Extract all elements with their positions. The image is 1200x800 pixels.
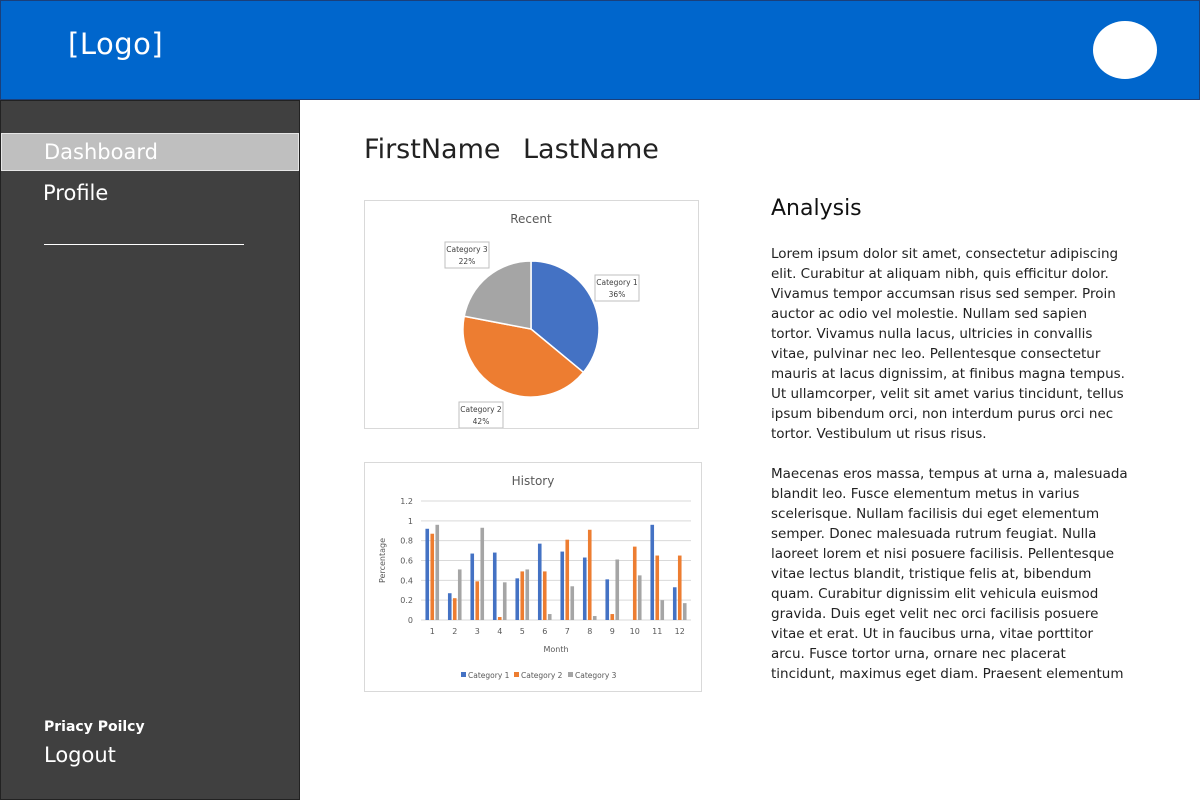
bar: [452, 598, 457, 620]
sidebar-item-profile[interactable]: Profile: [1, 175, 299, 213]
bar: [435, 524, 440, 620]
bar: [660, 600, 665, 620]
bar: [610, 614, 615, 620]
sidebar: Dashboard Profile Priacy Poilcy Logout: [0, 100, 300, 800]
y-tick-label: 1: [408, 517, 413, 526]
pie-chart-svg: Recent Category 1 36% Category 2 42% Category…: [444, 212, 640, 428]
analysis-paragraph-1: Lorem ipsum dolor sit amet, consectetur …: [771, 246, 1125, 442]
legend-label: Category 2: [521, 671, 563, 680]
bar: [457, 569, 462, 620]
bar: [537, 543, 542, 620]
history-bar-chart: History 0 0.2 0.4 0.6 0.8 1 1.2 1 2 3 4 5 6 7 8 9 10 11 12 M…: [364, 462, 702, 692]
bar: [502, 582, 507, 620]
pie-slice: [463, 260, 532, 330]
y-tick-label: 0.4: [400, 576, 413, 585]
legend-swatch: [514, 672, 519, 677]
sidebar-divider: [44, 244, 244, 245]
bar: [682, 603, 687, 620]
x-tick-label: 1: [430, 627, 435, 636]
x-tick-label: 2: [452, 627, 457, 636]
pie-title: Recent: [510, 212, 552, 226]
legend-label: Category 3: [575, 671, 617, 680]
bar: [655, 555, 660, 620]
bar: [570, 586, 575, 620]
legend-swatch: [461, 672, 466, 677]
y-tick-label: 0: [408, 616, 413, 625]
x-tick-label: 3: [475, 627, 480, 636]
bar: [560, 551, 565, 620]
bar: [525, 569, 530, 620]
bar: [430, 533, 435, 620]
bar: [492, 552, 497, 620]
bar: [470, 553, 475, 620]
user-first-name: FirstName: [364, 134, 501, 165]
x-tick-label: 6: [542, 627, 547, 636]
x-tick-label: 9: [610, 627, 615, 636]
y-tick-label: 1.2: [400, 497, 413, 506]
x-tick-label: 8: [587, 627, 592, 636]
user-last-name: LastName: [523, 134, 659, 165]
pie-percent-label: 36%: [609, 290, 626, 299]
recent-pie-chart: Recent Category 1 36% Category 2 42% Category…: [364, 200, 699, 429]
y-axis-label: Percentage: [378, 538, 387, 583]
pie-category-label: Category 1: [596, 278, 638, 287]
logo[interactable]: [Logo]: [68, 27, 163, 61]
bar: [480, 527, 485, 620]
bar: [547, 614, 552, 620]
y-tick-label: 0.6: [400, 557, 413, 566]
pie-category-label: Category 3: [446, 245, 488, 254]
legend-swatch: [568, 672, 573, 677]
pie-category-label: Category 2: [460, 405, 502, 414]
x-tick-label: 7: [565, 627, 570, 636]
x-axis-label: Month: [543, 645, 568, 654]
bar: [542, 571, 547, 620]
top-header: [Logo]: [0, 0, 1200, 100]
bar: [650, 524, 655, 620]
bar: [637, 575, 642, 620]
bar: [677, 555, 682, 620]
bar: [565, 539, 570, 620]
logout-link[interactable]: Logout: [44, 743, 116, 767]
bar: [672, 587, 677, 620]
x-tick-label: 11: [652, 627, 662, 636]
x-tick-label: 4: [497, 627, 502, 636]
bar-chart-svg: History00.20.40.60.811.21 2 3 4 5 6 7 8 9 10 11 12M…: [378, 474, 691, 680]
bar: [475, 581, 480, 620]
bar: [582, 557, 587, 620]
y-tick-label: 0.8: [400, 537, 413, 546]
bar-title: History: [512, 474, 555, 488]
bar: [425, 528, 430, 620]
bar: [515, 578, 520, 620]
sidebar-item-dashboard[interactable]: Dashboard: [1, 133, 299, 171]
x-tick-label: 5: [520, 627, 525, 636]
legend-label: Category 1: [468, 671, 510, 680]
analysis-paragraph-2: Maecenas eros massa, tempus at urna a, m…: [771, 466, 1128, 682]
x-tick-label: 12: [675, 627, 685, 636]
x-tick-label: 10: [630, 627, 640, 636]
bar: [632, 546, 637, 620]
bar: [592, 616, 597, 620]
avatar[interactable]: [1093, 21, 1157, 79]
privacy-policy-link[interactable]: Priacy Poilcy: [44, 719, 145, 735]
pie-percent-label: 22%: [459, 257, 476, 266]
bar: [605, 579, 610, 620]
pie-percent-label: 42%: [473, 417, 490, 426]
bar: [587, 529, 592, 620]
bar: [615, 559, 620, 620]
bar: [520, 571, 525, 620]
analysis-title: Analysis: [771, 196, 862, 221]
bar: [497, 617, 502, 620]
y-tick-label: 0.2: [400, 596, 413, 605]
bar: [447, 593, 452, 620]
